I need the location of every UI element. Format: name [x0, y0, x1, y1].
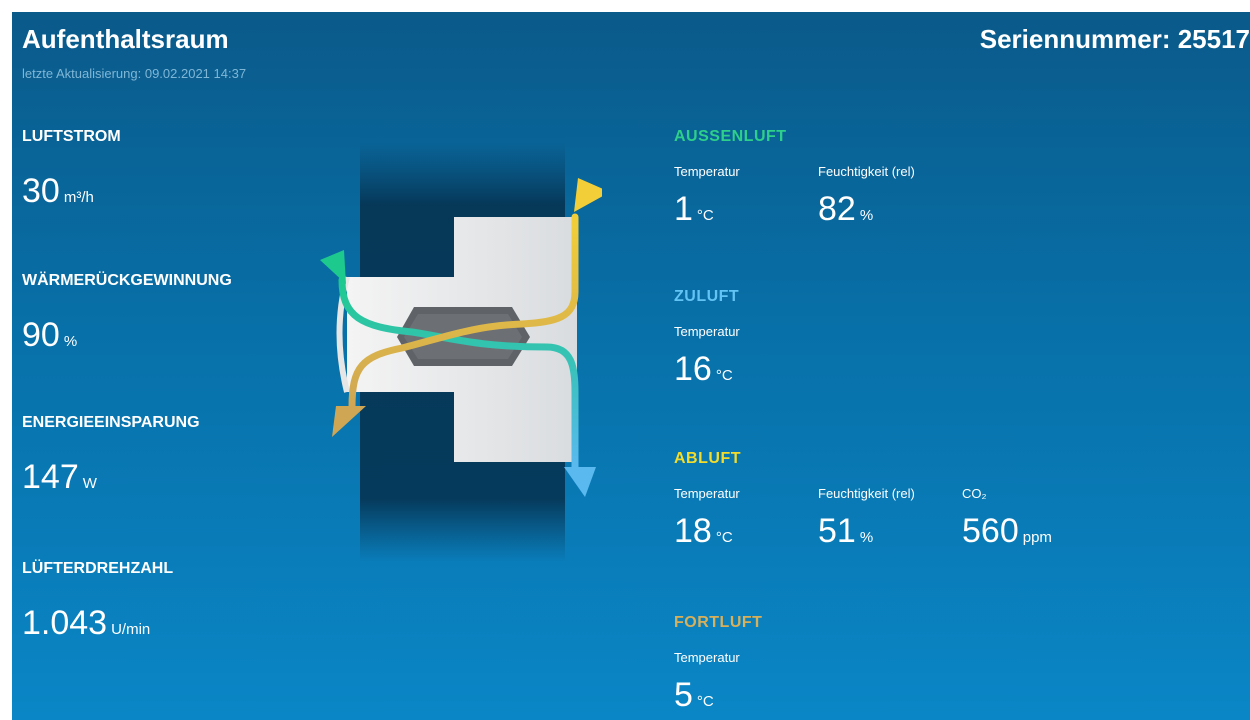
energy-saving-number: 147 — [22, 458, 79, 496]
energy-saving-label: ENERGIEEINSPARUNG — [22, 414, 200, 431]
outdoor-temp-label: Temperatur — [674, 164, 740, 179]
exhaust-co2-number: 560 — [962, 512, 1019, 550]
outdoor-temp-value: 1 °C — [674, 190, 714, 229]
outgoing-temp-value: 5 °C — [674, 676, 714, 715]
supply-temp-label: Temperatur — [674, 324, 740, 339]
heat-recovery-label: WÄRMERÜCKGEWINNUNG — [22, 272, 232, 289]
energy-saving-value: 147 W — [22, 458, 97, 497]
fan-speed-value: 1.043 U/min — [22, 604, 150, 643]
supply-temp-value: 16 °C — [674, 350, 733, 389]
airflow-value: 30 m³/h — [22, 172, 94, 211]
outdoor-air-arrow-icon — [320, 250, 346, 284]
exhaust-temp-value: 18 °C — [674, 512, 733, 551]
outdoor-humidity-value: 82% — [818, 190, 873, 229]
fan-speed-unit: U/min — [111, 621, 151, 638]
section-exhaust-air-title: ABLUFT — [674, 450, 741, 467]
last-update: letzte Aktualisierung: 09.02.2021 14:37 — [22, 66, 247, 81]
dashboard-panel: Aufenthaltsraum Seriennummer: 25517 letz… — [12, 12, 1250, 720]
fan-speed-number: 1.043 — [22, 604, 108, 642]
section-supply-air-title: ZULUFT — [674, 288, 740, 305]
outdoor-temp-number: 1 — [674, 190, 693, 228]
outdoor-humidity-label: Feuchtigkeit (rel) — [818, 164, 915, 179]
airflow-number: 30 — [22, 172, 60, 210]
section-outdoor-air-title: AUSSENLUFT — [674, 128, 787, 145]
section-outgoing-air-title: FORTLUFT — [674, 614, 763, 631]
exhaust-co2-value: 560 ppm — [962, 512, 1052, 551]
heat-recovery-unit: % — [63, 333, 78, 350]
serial-number: Seriennummer: 25517 — [979, 24, 1250, 54]
exhaust-temp-unit: °C — [715, 529, 733, 546]
supply-temp-unit: °C — [715, 367, 733, 384]
room-title: Aufenthaltsraum — [22, 24, 229, 54]
exhaust-co2-label: CO₂ — [962, 486, 987, 501]
fan-speed-label: LÜFTERDREHZAHL — [22, 560, 174, 577]
airflow-label: LUFTSTROM — [22, 128, 121, 145]
supply-air-arrow-icon — [564, 467, 596, 497]
outdoor-temp-unit: °C — [696, 207, 714, 224]
outgoing-temp-unit: °C — [696, 693, 714, 710]
heat-exchanger-diagram — [320, 142, 602, 562]
outdoor-humidity-unit: % — [859, 207, 874, 224]
exhaust-humidity-label: Feuchtigkeit (rel) — [818, 486, 915, 501]
airflow-unit: m³/h — [63, 189, 94, 206]
energy-saving-unit: W — [82, 475, 97, 492]
heat-recovery-number: 90 — [22, 316, 60, 354]
exhaust-humidity-unit: % — [859, 529, 874, 546]
outdoor-humidity-number: 82 — [818, 190, 856, 228]
outgoing-temp-number: 5 — [674, 676, 693, 714]
exhaust-humidity-number: 51 — [818, 512, 856, 550]
exhaust-co2-unit: ppm — [1022, 529, 1052, 546]
exhaust-temp-label: Temperatur — [674, 486, 740, 501]
outgoing-temp-label: Temperatur — [674, 650, 740, 665]
supply-temp-number: 16 — [674, 350, 712, 388]
exhaust-air-arrow-icon — [574, 178, 602, 212]
exhaust-humidity-value: 51% — [818, 512, 873, 551]
heat-recovery-value: 90% — [22, 316, 77, 355]
exhaust-temp-number: 18 — [674, 512, 712, 550]
